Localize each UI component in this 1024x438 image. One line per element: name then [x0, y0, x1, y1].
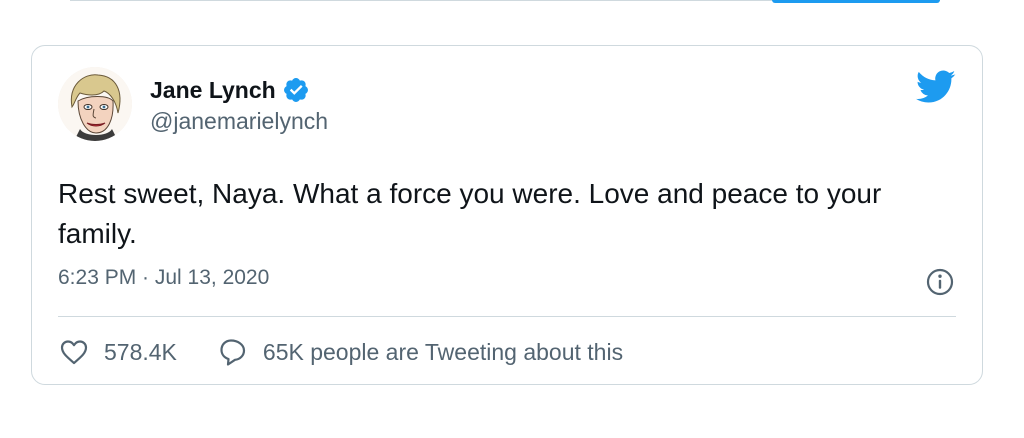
previous-button-edge [772, 0, 940, 3]
heart-icon [60, 340, 88, 365]
divider [58, 316, 956, 317]
author-display-name[interactable]: Jane Lynch [150, 77, 276, 104]
like-button[interactable]: 578.4K [58, 336, 177, 368]
tweet-timestamp[interactable]: 6:23 PM · Jul 13, 2020 [58, 266, 269, 290]
info-icon[interactable] [924, 266, 956, 298]
verified-badge-icon [282, 76, 310, 104]
tweet-actions: 578.4K 65K people are Tweeting about thi… [58, 336, 623, 368]
tweet-text: Rest sweet, Naya. What a force you were.… [58, 178, 882, 249]
like-count: 578.4K [104, 338, 177, 365]
author-name-row: Jane Lynch [150, 76, 328, 104]
previous-content-edge [70, 0, 940, 3]
tweet-author: Jane Lynch @janemarielynch [150, 76, 328, 135]
embedded-tweet-card[interactable]: Jane Lynch @janemarielynch Rest sweet, N… [31, 45, 983, 385]
speech-bubble-icon [220, 339, 246, 366]
conversation-text: 65K people are Tweeting about this [262, 338, 624, 365]
avatar[interactable] [58, 67, 132, 141]
author-handle[interactable]: @janemarielynch [150, 108, 328, 135]
conversation-link[interactable]: 65K people are Tweeting about this [217, 336, 623, 368]
caricature-avatar-icon [58, 67, 132, 141]
twitter-bird-icon[interactable] [916, 66, 956, 106]
